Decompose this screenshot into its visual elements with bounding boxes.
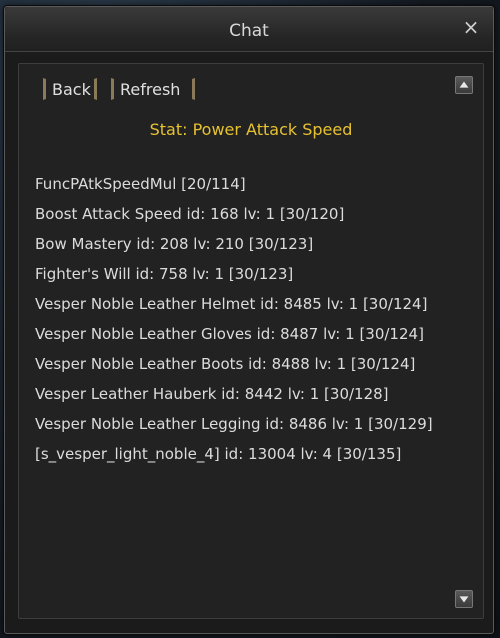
list-item: Vesper Noble Leather Helmet id: 8485 lv:…: [35, 295, 428, 313]
list-item: Boost Attack Speed id: 168 lv: 1 [30/120…: [35, 205, 345, 223]
list-item: Vesper Noble Leather Legging id: 8486 lv…: [35, 415, 433, 433]
content-panel: Back Refresh Stat: Power Attack Speed Fu…: [18, 63, 484, 619]
scroll-down-icon[interactable]: [455, 590, 473, 608]
list-item: Vesper Noble Leather Boots id: 8488 lv: …: [35, 355, 416, 373]
chat-window: Chat × Back Refresh Stat: Power Attack S…: [4, 6, 494, 634]
list-item: [s_vesper_light_noble_4] id: 13004 lv: 4…: [35, 445, 402, 463]
stat-entry-list: FuncPAtkSpeedMul [20/114] Boost Attack S…: [35, 174, 455, 474]
back-button[interactable]: Back: [43, 78, 97, 100]
window-title: Chat: [229, 21, 269, 41]
list-item: Bow Mastery id: 208 lv: 210 [30/123]: [35, 235, 314, 253]
list-item: Fighter's Will id: 758 lv: 1 [30/123]: [35, 265, 294, 283]
stat-title: Stat: Power Attack Speed: [149, 120, 353, 139]
scroll-up-icon[interactable]: [455, 76, 473, 94]
list-item: Vesper Leather Hauberk id: 8442 lv: 1 [3…: [35, 385, 389, 403]
close-icon[interactable]: ×: [461, 17, 481, 37]
refresh-button[interactable]: Refresh: [111, 78, 195, 100]
title-bar[interactable]: Chat ×: [5, 7, 493, 52]
list-item: Vesper Noble Leather Gloves id: 8487 lv:…: [35, 325, 424, 343]
list-item: FuncPAtkSpeedMul [20/114]: [35, 175, 246, 193]
